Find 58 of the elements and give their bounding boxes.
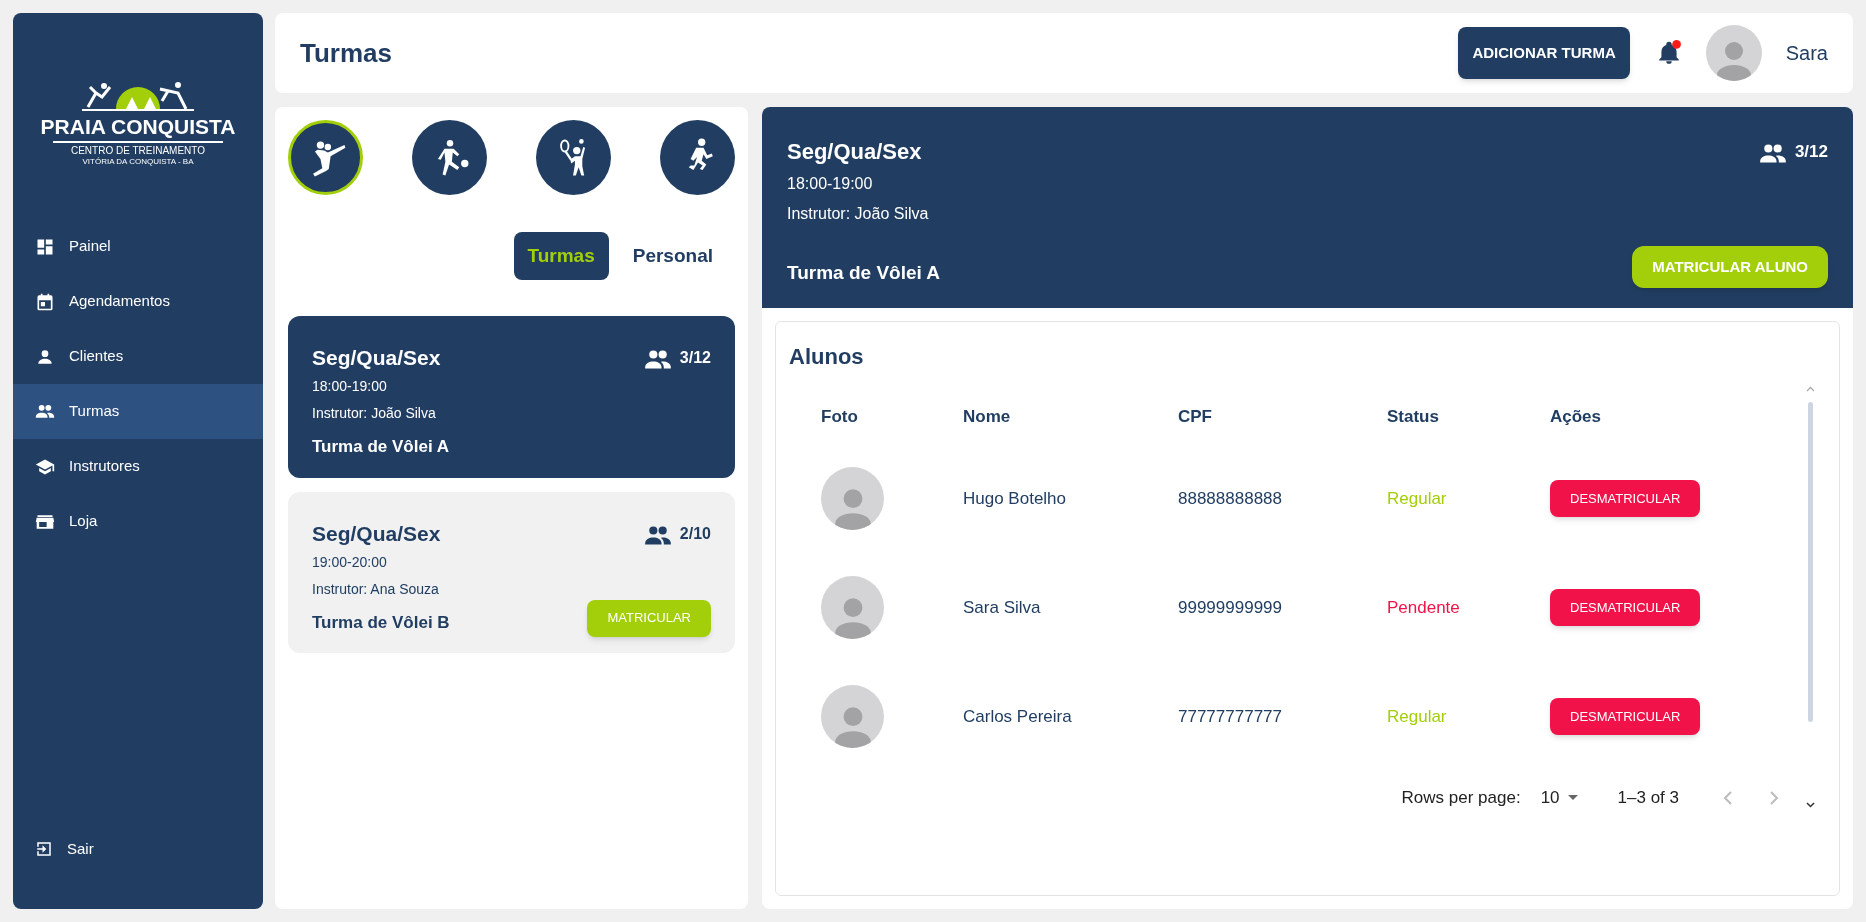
class-instructor: Instrutor: João Silva (787, 204, 930, 224)
page-range: 1–3 of 3 (1617, 787, 1679, 809)
logout-link[interactable]: Sair (13, 829, 263, 869)
section-title: Alunos (788, 343, 865, 371)
class-card[interactable]: Seg/Qua/Sex 3/12 18:00-19:00 Instrutor: João Silva Turma de Vôlei A (288, 316, 735, 478)
enrollment-count: 3/12 (679, 347, 711, 368)
view-tab[interactable]: Turmas (513, 232, 609, 280)
student-name: Hugo Botelho (963, 487, 1067, 510)
calendar-icon (35, 291, 55, 312)
class-time: 18:00-19:00 (787, 174, 874, 194)
class-name: Turma de Vôlei B (312, 612, 450, 635)
unenroll-button[interactable]: DESMATRICULAR (1550, 589, 1701, 626)
logo-location: VITÓRIA DA CONQUISTA - BA (82, 157, 194, 167)
nav-item[interactable]: Instrutores (13, 439, 263, 494)
nav-item[interactable]: Agendamentos (13, 274, 263, 329)
student-name: Carlos Pereira (963, 705, 1072, 728)
view-tab[interactable]: Personal (618, 232, 727, 280)
column-header: Nome (963, 405, 1011, 428)
column-header: Status (1387, 405, 1439, 428)
class-days: Seg/Qua/Sex (312, 342, 441, 374)
page-title: Turmas (300, 36, 392, 70)
nav-item[interactable]: Turmas (13, 384, 263, 439)
scroll-down-icon[interactable] (1806, 802, 1815, 808)
dropdown-caret-icon (1567, 795, 1578, 801)
class-instructor: Instrutor: João Silva (312, 403, 437, 423)
logo-subtitle: CENTRO DE TREINAMENTO (70, 144, 206, 157)
logo-title: PRAIA CONQUISTA (40, 114, 236, 140)
student-cpf: 77777777777 (1178, 705, 1282, 728)
student-status: Regular (1387, 705, 1447, 728)
class-days: Seg/Qua/Sex (787, 135, 922, 168)
student-cpf: 88888888888 (1178, 487, 1282, 510)
class-instructor: Instrutor: Ana Souza (312, 579, 440, 599)
student-cpf: 99999999999 (1178, 596, 1282, 619)
student-status: Pendente (1387, 596, 1460, 619)
nav-item[interactable]: Clientes (13, 329, 263, 384)
rows-per-page-select[interactable]: 10 (1540, 785, 1578, 811)
add-class-button[interactable]: ADICIONAR TURMA (1458, 27, 1630, 79)
class-card[interactable]: Seg/Qua/Sex 2/10 19:00-20:00 Instrutor: Ana Souza Turma de Vôlei B MATRICULAR (288, 492, 735, 653)
column-header: Ações (1550, 405, 1602, 428)
student-status: Regular (1387, 487, 1447, 510)
student-name: Sara Silva (963, 596, 1041, 619)
class-name: Turma de Vôlei A (312, 435, 449, 458)
nav-item[interactable]: Loja (13, 494, 263, 549)
class-time: 18:00-19:00 (312, 376, 388, 396)
logout-icon (35, 840, 53, 858)
user-name: Sara (1785, 41, 1828, 66)
class-time: 19:00-20:00 (312, 552, 388, 572)
rows-per-page-label: Rows per page: (1401, 787, 1521, 809)
class-days: Seg/Qua/Sex (312, 518, 441, 550)
column-header: Foto (821, 405, 858, 428)
scrollbar[interactable] (1808, 402, 1813, 722)
class-name: Turma de Vôlei A (787, 260, 941, 285)
nav-item[interactable]: Painel (13, 219, 263, 274)
column-header: CPF (1178, 405, 1212, 428)
unenroll-button[interactable]: DESMATRICULAR (1550, 480, 1701, 517)
enrollment-count: 2/10 (679, 523, 711, 544)
unenroll-button[interactable]: DESMATRICULAR (1550, 698, 1701, 735)
enrollment-count: 3/12 (1794, 140, 1828, 163)
